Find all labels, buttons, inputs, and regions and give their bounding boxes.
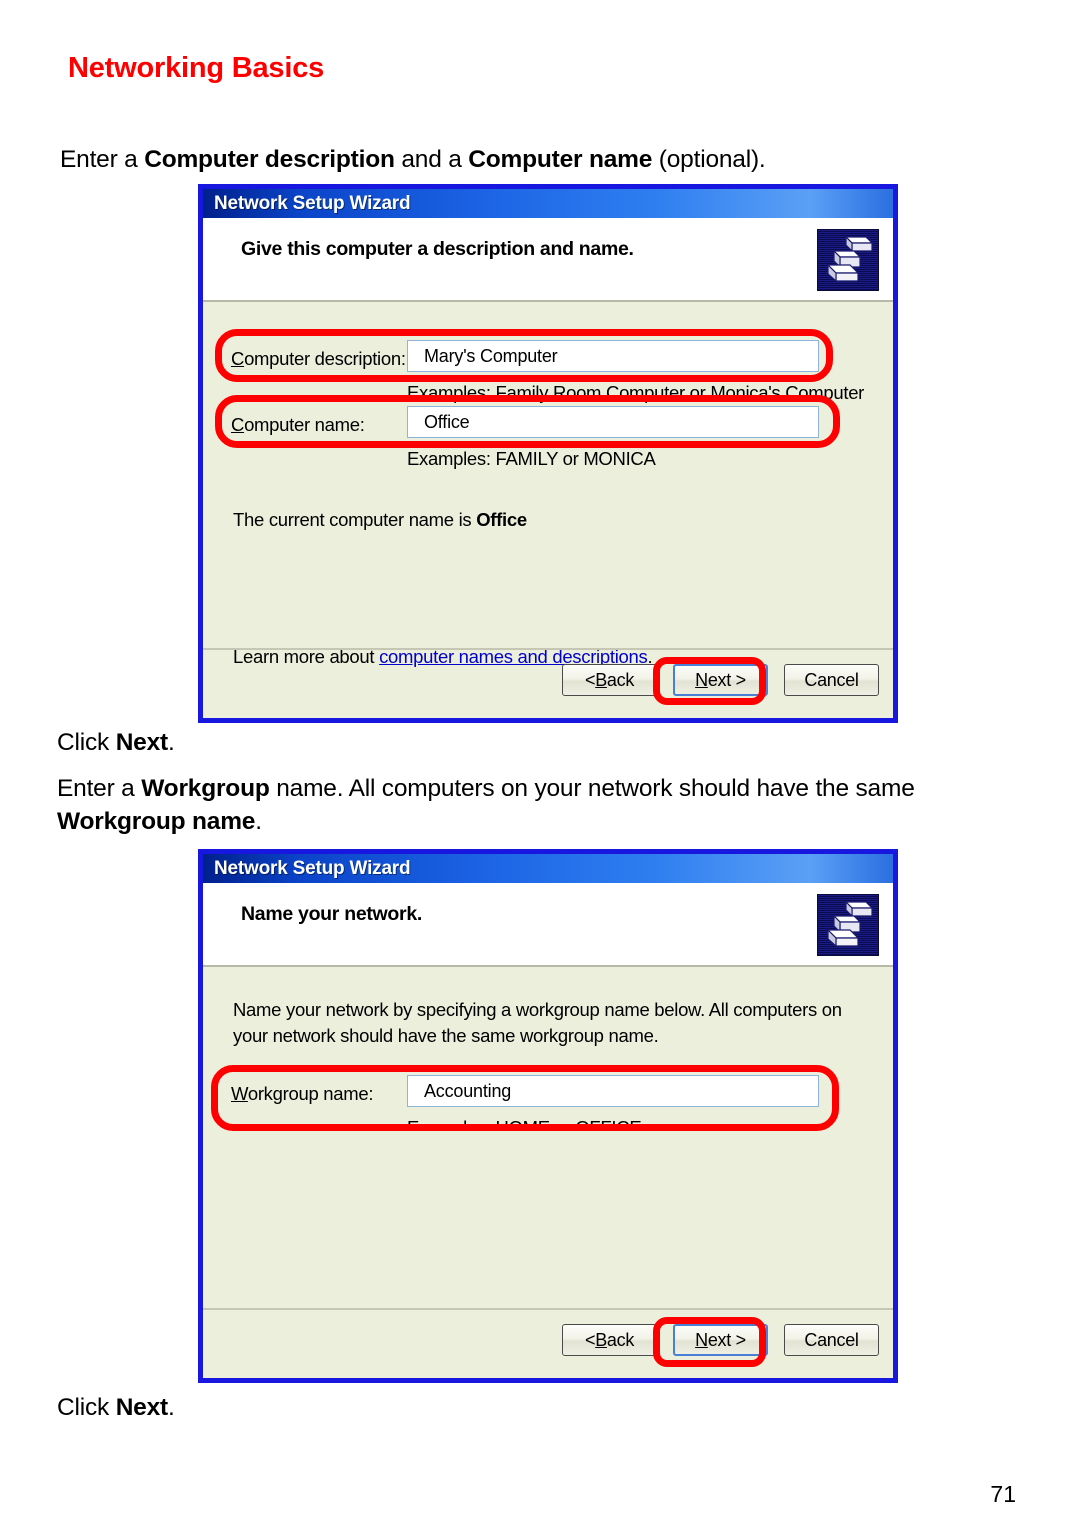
instr2-bold-workgroup-name: Workgroup name [57,808,256,836]
dialog2-title-text: Network Setup Wizard [214,857,411,879]
accel-char: B [595,669,607,690]
label-rest: omputer description: [244,348,406,369]
current-name-value: Office [476,509,527,530]
network-setup-wizard-dialog-1[interactable]: Network Setup Wizard Give this computer … [198,184,898,723]
back-prefix: < [584,669,596,690]
workgroup-name-label: Workgroup name: [231,1083,374,1105]
page-title: Networking Basics [68,52,325,84]
back-rest: ack [606,669,635,690]
instr1-bold-computer-name: Computer name [468,146,653,173]
dialog1-header-title: Give this computer a description and nam… [241,238,634,260]
instruction-click-next-1: Click Next. [57,726,175,759]
click-text-a: Click [57,729,116,756]
hint-clip-mask [401,1130,831,1152]
computer-description-input[interactable]: Mary's Computer [407,340,819,372]
back-prefix: < [584,1329,596,1350]
next-button-2[interactable]: Next > [673,1324,768,1356]
network-setup-wizard-dialog-2[interactable]: Network Setup Wizard Name your network. [198,849,898,1383]
instr2-bold-workgroup: Workgroup [141,775,270,802]
instruction-step-1: Enter a Computer description and a Compu… [60,143,1020,176]
click-text-b: . [168,1394,175,1421]
click-text-a: Click [57,1394,116,1421]
instr2-text-a: Enter a [57,775,142,802]
workgroup-name-input[interactable]: Accounting [407,1075,819,1107]
back-button-1[interactable]: < Back [562,664,657,696]
cancel-button-2[interactable]: Cancel [784,1324,879,1356]
instr2-text-b: name. All computers on your network shou… [269,775,915,802]
dialog2-paragraph: Name your network by specifying a workgr… [233,999,842,1046]
dialog1-button-row: < Back Next > Cancel [562,664,879,696]
dialog2-titlebar: Network Setup Wizard [203,854,893,883]
computer-description-hint: Examples: Family Room Computer or Monica… [407,382,865,403]
instr2-text-c: . [255,808,262,836]
network-computers-icon [817,229,879,291]
click-bold-next: Next [115,1394,169,1421]
accel-char: N [695,669,708,690]
instr1-text-a: Enter a [60,146,145,173]
cancel-button-1[interactable]: Cancel [784,664,879,696]
dialog1-titlebar: Network Setup Wizard [203,189,893,218]
next-rest: ext > [707,1329,746,1350]
next-button-1[interactable]: Next > [673,664,768,696]
dialog1-header: Give this computer a description and nam… [203,218,893,302]
page-number: 71 [990,1481,1016,1507]
dialog1-body: Computer description: Mary's Computer Ex… [203,302,893,718]
back-rest: ack [606,1329,635,1350]
network-computers-icon [817,894,879,956]
instr1-bold-computer-description: Computer description [144,146,395,173]
computer-name-input[interactable]: Office [407,406,819,438]
instruction-step-2: Enter a Workgroup name. All computers on… [57,772,1017,839]
next-rest: ext > [707,669,746,690]
computer-description-label: Computer description: [231,348,406,370]
click-bold-next: Next [115,729,169,756]
dialog1-footer: < Back Next > Cancel [203,648,893,718]
click-text-b: . [168,729,175,756]
instruction-click-next-2: Click Next. [57,1391,175,1424]
instr1-text-b: and a [394,146,469,173]
dialog2-body: Name your network by specifying a workgr… [203,967,893,1378]
accel-char: W [231,1083,248,1104]
accel-char: N [695,1329,708,1350]
dialog2-header: Name your network. [203,883,893,967]
instr1-text-c: (optional). [652,146,766,173]
dialog2-header-title: Name your network. [241,903,422,925]
accel-char: C [231,348,245,369]
current-name-prefix: The current computer name is [233,509,477,530]
computer-name-hint: Examples: FAMILY or MONICA [407,448,656,469]
current-computer-name-text: The current computer name is Office [233,509,527,531]
back-button-2[interactable]: < Back [562,1324,657,1356]
computer-name-label: Computer name: [231,414,365,436]
label-rest: omputer name: [244,414,365,435]
dialog2-footer: < Back Next > Cancel [203,1308,893,1378]
dialog2-button-row: < Back Next > Cancel [562,1324,879,1356]
dialog1-title-text: Network Setup Wizard [214,192,411,214]
label-rest: orkgroup name: [247,1083,374,1104]
accel-char: C [231,414,245,435]
accel-char: B [595,1329,607,1350]
